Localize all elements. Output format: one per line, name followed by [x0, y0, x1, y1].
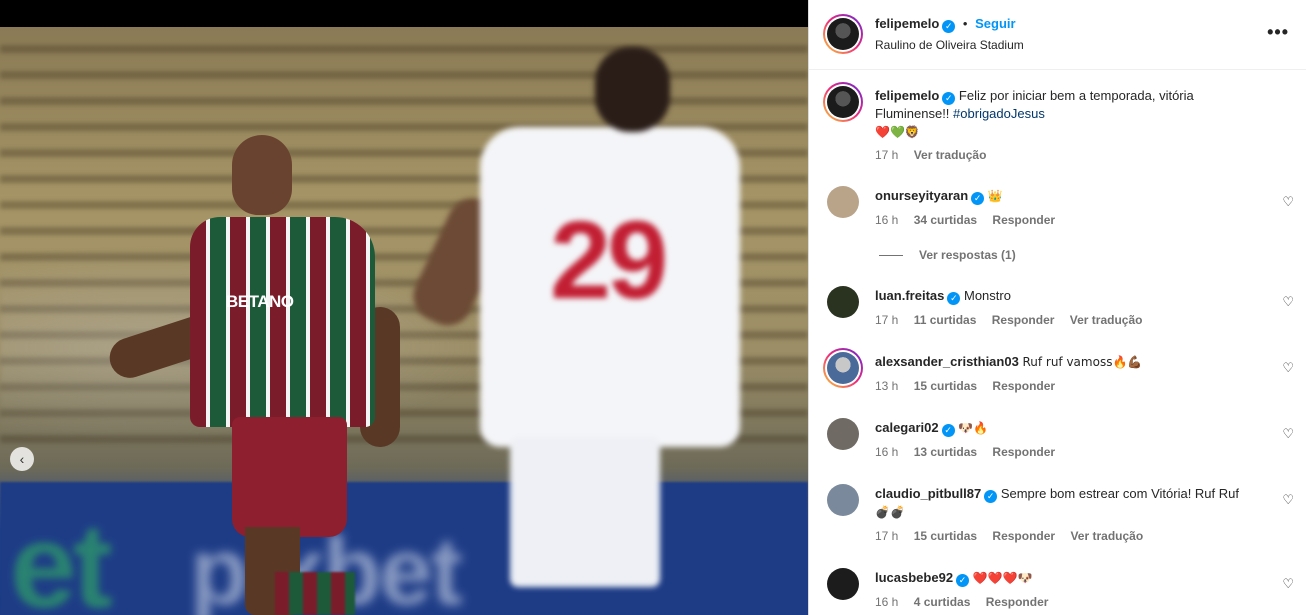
caption-avatar[interactable] — [823, 82, 863, 122]
commenter-username[interactable]: claudio_pitbull87 — [875, 486, 981, 501]
verified-icon: ✓ — [941, 424, 955, 437]
commenter-username[interactable]: lucasbebe92 — [875, 570, 953, 585]
commenter-username[interactable]: calegari02 — [875, 420, 939, 435]
player-sock — [275, 572, 355, 615]
comment-time: 16 h — [875, 445, 899, 459]
comment-text: calegari02 ✓ 🐶🔥 — [875, 419, 1255, 437]
comment-body: ❤️❤️❤️🐶 — [972, 571, 1033, 585]
verified-icon: ✓ — [947, 292, 961, 305]
comment-body: 👑 — [987, 189, 1003, 203]
view-replies-button[interactable]: Ver respostas (1) — [879, 248, 1016, 262]
more-options-icon[interactable]: ••• — [1267, 22, 1289, 43]
chevron-left-icon: ‹ — [19, 451, 25, 467]
caption-emojis: ❤️💚🦁 — [875, 125, 920, 139]
like-heart-icon[interactable]: ♡ — [1282, 294, 1294, 310]
verified-icon: ✓ — [942, 20, 956, 33]
follow-button[interactable]: Seguir — [975, 16, 1015, 31]
comment-likes[interactable]: 4 curtidas — [914, 595, 971, 609]
commenter-avatar[interactable] — [827, 418, 859, 450]
banner-text-left: et — [10, 499, 113, 615]
commenter-username[interactable]: luan.freitas — [875, 288, 944, 303]
comments-panel: felipemelo ✓ • Seguir Raulino de Oliveira… — [808, 0, 1306, 615]
comment-likes[interactable]: 34 curtidas — [914, 213, 977, 227]
post-header: felipemelo ✓ • Seguir Raulino de Oliveira… — [809, 0, 1306, 70]
comment-body: Monstro — [963, 288, 1011, 303]
comment-likes[interactable]: 11 curtidas — [914, 313, 977, 327]
commenter-avatar[interactable] — [823, 348, 863, 388]
comment-meta: 16 h 4 curtidas Responder — [875, 595, 1060, 609]
like-heart-icon[interactable]: ♡ — [1282, 194, 1294, 210]
translate-link[interactable]: Ver tradução — [914, 148, 987, 162]
comment-likes[interactable]: 15 curtidas — [914, 379, 977, 393]
comment-meta: 16 h 13 curtidas Responder — [875, 445, 1067, 459]
like-heart-icon[interactable]: ♡ — [1282, 492, 1294, 508]
comment-meta: 16 h 34 curtidas Responder — [875, 213, 1067, 227]
post-photo[interactable]: et pixbet BETANO 29 ‹ — [0, 27, 808, 615]
like-heart-icon[interactable]: ♡ — [1282, 576, 1294, 592]
comment-meta: 17 h 15 curtidas Responder Ver tradução — [875, 529, 1155, 543]
translate-link[interactable]: Ver tradução — [1070, 313, 1143, 327]
comment-text: luan.freitas ✓ Monstro — [875, 287, 1255, 305]
player-shorts — [232, 417, 347, 537]
comment-meta: 17 h 11 curtidas Responder Ver tradução — [875, 313, 1154, 327]
comment-text: alexsander_cristhian03 Ruf ruf vamoss🔥💪🏾 — [875, 353, 1255, 371]
opponent-head — [595, 47, 670, 132]
comment-body: Ruf ruf vamoss🔥💪🏾 — [1022, 355, 1143, 369]
reply-link[interactable]: Responder — [992, 213, 1055, 227]
comment-time: 17 h — [875, 529, 899, 543]
reply-link[interactable]: Responder — [992, 313, 1055, 327]
reply-link[interactable]: Responder — [992, 379, 1055, 393]
shirt-sponsor: BETANO — [226, 292, 294, 311]
commenter-avatar[interactable] — [827, 186, 859, 218]
caption-username[interactable]: felipemelo — [875, 88, 939, 103]
verified-icon: ✓ — [984, 490, 998, 503]
like-heart-icon[interactable]: ♡ — [1282, 426, 1294, 442]
caption-hashtag[interactable]: #obrigadoJesus — [953, 106, 1045, 121]
translate-link[interactable]: Ver tradução — [1070, 529, 1143, 543]
comment-likes[interactable]: 15 curtidas — [914, 529, 977, 543]
like-heart-icon[interactable]: ♡ — [1282, 360, 1294, 376]
player-head — [232, 135, 292, 215]
comment-likes[interactable]: 13 curtidas — [914, 445, 977, 459]
caption: felipemelo ✓ Feliz por iniciar bem a temp… — [875, 87, 1235, 141]
instagram-post-view: et pixbet BETANO 29 ‹ felipemelo ✓ • Segu… — [0, 0, 1306, 615]
reply-link[interactable]: Responder — [992, 445, 1055, 459]
commenter-avatar[interactable] — [827, 568, 859, 600]
comment-emojis: 💣💣 — [875, 505, 905, 519]
comment-time: 16 h — [875, 595, 899, 609]
separator-dot: • — [962, 16, 968, 31]
comment-body: 🐶🔥 — [958, 421, 989, 435]
caption-meta: 17 h Ver tradução — [875, 148, 998, 162]
verified-icon: ✓ — [942, 92, 956, 105]
verified-icon: ✓ — [956, 574, 970, 587]
comment-text: onurseyityaran ✓ 👑 — [875, 187, 1255, 205]
commenter-username[interactable]: alexsander_cristhian03 — [875, 354, 1019, 369]
top-bar — [0, 0, 808, 27]
carousel-prev-button[interactable]: ‹ — [10, 447, 34, 471]
view-replies-label: Ver respostas (1) — [919, 248, 1016, 262]
caption-time: 17 h — [875, 148, 899, 162]
fluminense-shirt — [190, 217, 375, 427]
commenter-username[interactable]: onurseyityaran — [875, 188, 968, 203]
comment-text: lucasbebe92 ✓ ❤️❤️❤️🐶 — [875, 569, 1255, 587]
comment-text: claudio_pitbull87 ✓ Sempre bom estrear co… — [875, 485, 1255, 521]
verified-icon: ✓ — [971, 192, 985, 205]
comment-meta: 13 h 15 curtidas Responder — [875, 379, 1067, 393]
commenter-avatar[interactable] — [827, 484, 859, 516]
reply-link[interactable]: Responder — [992, 529, 1055, 543]
author-avatar[interactable] — [823, 14, 863, 54]
reply-link[interactable]: Responder — [986, 595, 1049, 609]
commenter-avatar[interactable] — [827, 286, 859, 318]
opponent-shorts — [510, 437, 660, 587]
comment-time: 16 h — [875, 213, 899, 227]
author-username[interactable]: felipemelo — [875, 16, 939, 31]
author-line: felipemelo ✓ • Seguir — [875, 16, 1016, 33]
comment-time: 13 h — [875, 379, 899, 393]
opponent-player: 29 — [405, 47, 770, 615]
jersey-number: 29 — [550, 199, 668, 322]
location-link[interactable]: Raulino de Oliveira Stadium — [875, 38, 1024, 52]
comment-time: 17 h — [875, 313, 899, 327]
comment-body: Sempre bom estrear com Vitória! Ruf Ruf — [1000, 486, 1239, 501]
